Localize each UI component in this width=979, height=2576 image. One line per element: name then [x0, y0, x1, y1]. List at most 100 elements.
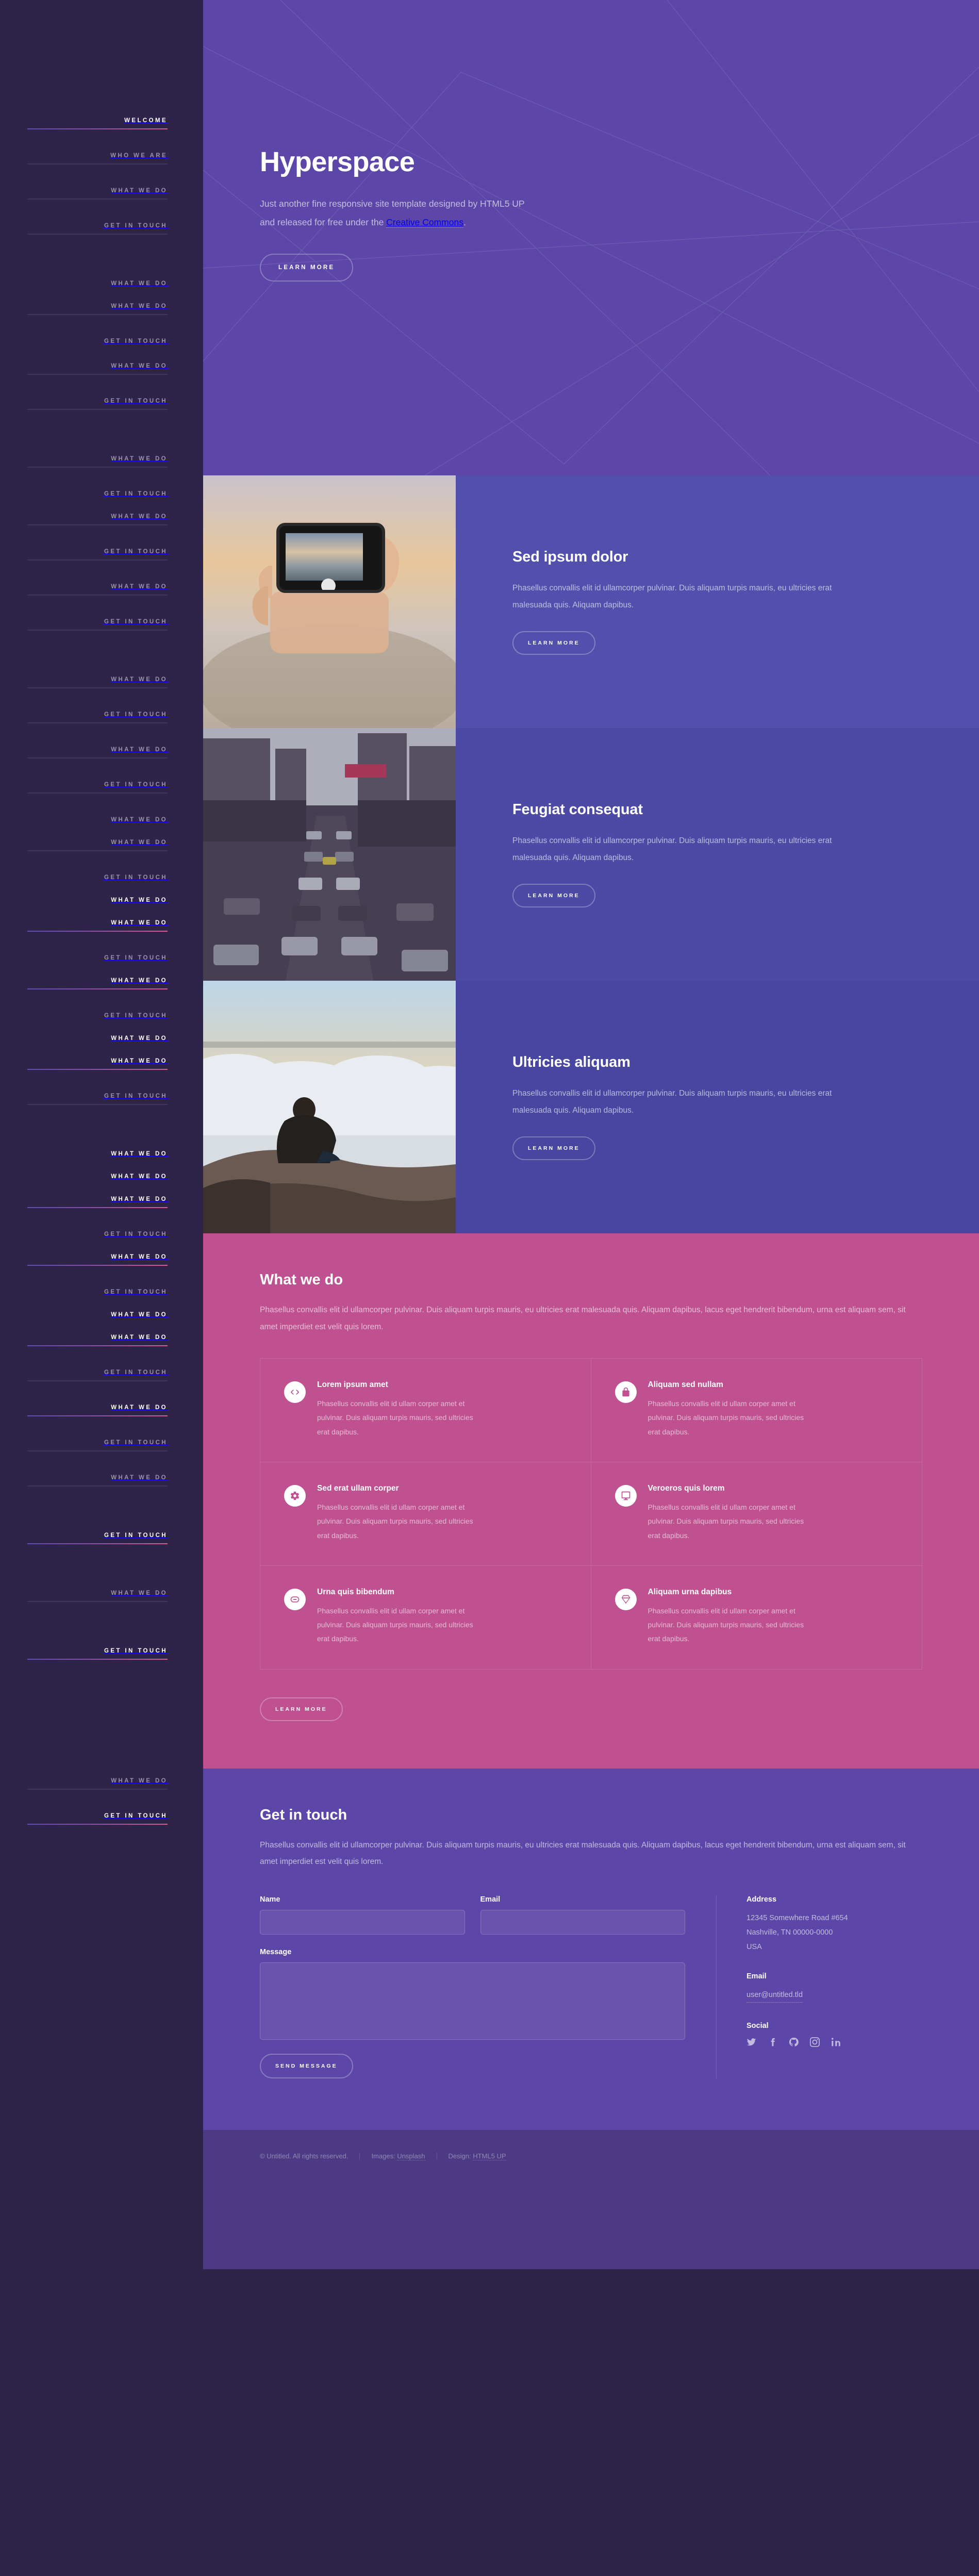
sidebar-item-what-we-do-39[interactable]: What we do: [27, 1404, 168, 1416]
sidebar-item-what-we-do-32[interactable]: What we do: [27, 1196, 168, 1208]
feature-card: Aliquam sed nullam Phasellus convallis el…: [591, 1359, 922, 1462]
sidebar-item-get-in-touch-40[interactable]: Get in touch: [27, 1439, 168, 1451]
sidebar-item-what-we-do-36[interactable]: What we do: [27, 1311, 168, 1323]
sidebar-item-label: Get in touch: [104, 619, 168, 625]
sidebar-item-rule: [27, 687, 168, 688]
spotlight-learn-more-button-3[interactable]: Learn more: [512, 1136, 595, 1161]
sidebar-item-label: What we do: [111, 280, 168, 287]
sidebar-item-what-we-do-30[interactable]: What we do: [27, 1150, 168, 1162]
footer-list: © Untitled. All rights reserved. Images:…: [260, 2152, 922, 2160]
sidebar-item-what-we-do-2[interactable]: What we do: [27, 187, 168, 200]
twitter-icon[interactable]: [746, 2037, 756, 2052]
sidebar-item-get-in-touch-33[interactable]: Get in touch: [27, 1231, 168, 1242]
sidebar-item-rule: [27, 1207, 168, 1208]
sidebar-item-label: What we do: [111, 676, 168, 683]
sidebar-item-rule: [27, 163, 168, 164]
sidebar-item-what-we-do-28[interactable]: What we do: [27, 1058, 168, 1070]
sidebar-item-what-we-do-7[interactable]: What we do: [27, 362, 168, 375]
sidebar-item-get-in-touch-38[interactable]: Get in touch: [27, 1369, 168, 1381]
email-address-link[interactable]: user@untitled.tld: [746, 1988, 803, 2003]
sidebar-item-what-we-do-22[interactable]: What we do: [27, 897, 168, 908]
send-message-button[interactable]: Send Message: [260, 2053, 353, 2078]
sidebar-item-get-in-touch-21[interactable]: Get in touch: [27, 874, 168, 885]
sidebar-item-get-in-touch-6[interactable]: Get in touch: [27, 338, 168, 349]
feature-title: Veroeros quis lorem: [648, 1483, 725, 1493]
name-input[interactable]: [260, 1909, 465, 1935]
sidebar-item-rule: [27, 595, 168, 596]
sidebar-item-rule: [27, 1265, 168, 1266]
sidebar-item-label: Get in touch: [104, 338, 168, 344]
feature-card: Aliquam urna dapibus Phasellus convallis …: [591, 1566, 922, 1669]
what-we-do-title: What we do: [260, 1272, 343, 1288]
sidebar-item-get-in-touch-14[interactable]: Get in touch: [27, 618, 168, 631]
sidebar-item-what-we-do-20[interactable]: What we do: [27, 839, 168, 851]
banner-lead-line1: Just another fine responsive site templa…: [260, 199, 525, 209]
sidebar-item-what-we-do-27[interactable]: What we do: [27, 1035, 168, 1046]
social-links[interactable]: [746, 2037, 922, 2052]
sidebar-item-what-we-do-4[interactable]: What we do: [27, 280, 168, 291]
sidebar-nav[interactable]: Welcome Who we are What we do Get in touch W…: [0, 0, 203, 2576]
sidebar-item-what-we-do-15[interactable]: What we do: [27, 676, 168, 688]
sidebar-item-label: Get in touch: [104, 1093, 168, 1099]
sidebar-item-what-we-do-43[interactable]: What we do: [27, 1590, 168, 1602]
spotlight-title-2: Feugiat consequat: [512, 801, 643, 818]
sidebar-item-rule: [27, 1485, 168, 1487]
sidebar-item-what-we-do-37[interactable]: What we do: [27, 1334, 168, 1346]
sidebar-item-what-we-do-25[interactable]: What we do: [27, 977, 168, 989]
sidebar-item-get-in-touch-8[interactable]: Get in touch: [27, 398, 168, 410]
sidebar-item-label: What we do: [111, 188, 168, 194]
contact-form[interactable]: Name Email Message Send Message: [260, 1895, 716, 2078]
github-icon[interactable]: [789, 2037, 799, 2052]
facebook-icon[interactable]: [768, 2037, 777, 2052]
message-textarea[interactable]: [260, 1962, 685, 2040]
spotlight-learn-more-button-2[interactable]: Learn more: [512, 884, 595, 908]
sidebar-item-label: Get in touch: [104, 223, 168, 229]
sidebar-item-get-in-touch-46[interactable]: Get in touch: [27, 1812, 168, 1825]
sidebar-item-what-we-do-19[interactable]: What we do: [27, 816, 168, 828]
sidebar-item-rule: [27, 1601, 168, 1602]
spotlight-learn-more-button-1[interactable]: Learn more: [512, 631, 595, 655]
sidebar-item-what-we-do-45[interactable]: What we do: [27, 1777, 168, 1790]
email-input[interactable]: [480, 1909, 685, 1935]
sidebar-item-get-in-touch-18[interactable]: Get in touch: [27, 781, 168, 794]
sidebar-item-rule: [27, 409, 168, 410]
sidebar-item-what-we-do-9[interactable]: What we do: [27, 455, 168, 468]
spotlight-section-1: Sed ipsum dolor Phasellus convallis elit…: [203, 475, 979, 728]
feature-text: Phasellus convallis elit id ullam corper…: [648, 1502, 804, 1540]
sidebar-item-label: What we do: [111, 839, 168, 846]
unsplash-link[interactable]: Unsplash: [397, 2152, 425, 2160]
sidebar-item-what-we-do-11[interactable]: What we do: [27, 513, 168, 525]
sidebar-item-what-we-do-5[interactable]: What we do: [27, 303, 168, 315]
instagram-icon[interactable]: [810, 2037, 820, 2052]
sidebar-item-get-in-touch-44[interactable]: Get in touch: [27, 1647, 168, 1660]
sidebar-item-what-we-do-34[interactable]: What we do: [27, 1253, 168, 1266]
what-we-do-learn-more-button[interactable]: Learn more: [260, 1697, 343, 1721]
sidebar-item-get-in-touch-12[interactable]: Get in touch: [27, 548, 168, 560]
sidebar-item-rule: [27, 792, 168, 794]
sidebar-item-get-in-touch-29[interactable]: Get in touch: [27, 1093, 168, 1105]
linkedin-icon[interactable]: [831, 2037, 841, 2052]
sidebar-item-who-we-are-1[interactable]: Who we are: [27, 152, 168, 164]
sidebar-item-get-in-touch-3[interactable]: Get in touch: [27, 222, 168, 235]
sidebar-item-label: Get in touch: [104, 1648, 168, 1654]
sidebar-item-get-in-touch-42[interactable]: Get in touch: [27, 1532, 168, 1544]
sidebar-item-get-in-touch-16[interactable]: Get in touch: [27, 711, 168, 723]
sidebar-item-get-in-touch-24[interactable]: Get in touch: [27, 954, 168, 966]
sidebar-item-get-in-touch-35[interactable]: Get in touch: [27, 1289, 168, 1300]
feature-card: Veroeros quis lorem Phasellus convallis e…: [591, 1462, 922, 1566]
html5up-link[interactable]: HTML5 UP: [473, 2152, 506, 2160]
sidebar-item-label: Get in touch: [104, 1532, 168, 1539]
sidebar-item-welcome-0[interactable]: Welcome: [27, 117, 168, 129]
sidebar-item-get-in-touch-10[interactable]: Get in touch: [27, 490, 168, 502]
sidebar-item-label: Who we are: [110, 153, 168, 159]
sidebar-item-what-we-do-31[interactable]: What we do: [27, 1173, 168, 1184]
sidebar-item-what-we-do-23[interactable]: What we do: [27, 919, 168, 932]
sidebar-item-get-in-touch-26[interactable]: Get in touch: [27, 1012, 168, 1023]
banner-learn-more-button[interactable]: Learn more: [260, 254, 354, 282]
sidebar-item-label: What we do: [111, 1405, 168, 1411]
sidebar-item-what-we-do-17[interactable]: What we do: [27, 746, 168, 758]
banner-lead-period: .: [463, 217, 466, 228]
sidebar-item-what-we-do-41[interactable]: What we do: [27, 1474, 168, 1487]
creative-commons-link[interactable]: Creative Commons: [386, 217, 463, 228]
sidebar-item-what-we-do-13[interactable]: What we do: [27, 583, 168, 596]
